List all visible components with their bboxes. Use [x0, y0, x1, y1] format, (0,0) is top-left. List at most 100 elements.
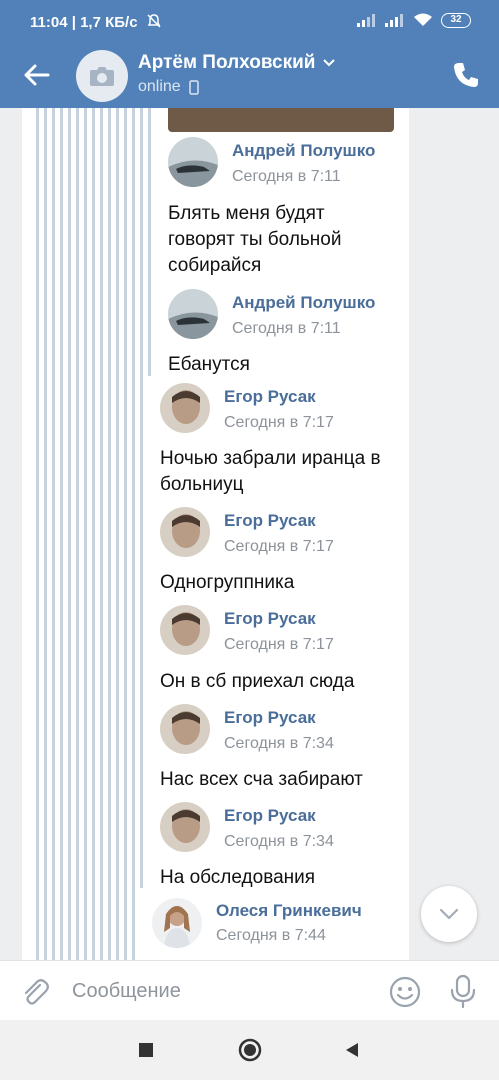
thread-line	[148, 108, 151, 376]
sender-avatar[interactable]	[160, 605, 210, 655]
camera-icon	[90, 67, 114, 86]
sender-name[interactable]: Андрей Полушко	[232, 293, 375, 313]
thread-line	[52, 108, 55, 960]
message-time: Сегодня в 7:34	[224, 735, 334, 752]
thread-line	[44, 108, 47, 960]
thread-line	[36, 108, 39, 960]
message-text: Одногруппника	[160, 572, 295, 593]
chat-status: online	[138, 78, 199, 96]
mobile-device-icon	[188, 79, 199, 95]
smile-icon	[389, 976, 421, 1008]
sender-name[interactable]: Егор Русак	[224, 806, 316, 826]
face-avatar-icon	[160, 507, 210, 557]
status-time: 11:04 | 1,7 КБ/с	[30, 13, 162, 31]
thread-line	[100, 108, 103, 960]
emoji-button[interactable]	[388, 975, 422, 1009]
message-time: Сегодня в 7:17	[224, 538, 334, 555]
thread-line	[76, 108, 79, 960]
sender-avatar[interactable]	[160, 383, 210, 433]
message-time: Сегодня в 7:17	[224, 636, 334, 653]
sender-avatar[interactable]	[160, 704, 210, 754]
signal-icon	[357, 14, 375, 27]
system-navigation-bar	[0, 1020, 499, 1080]
message-time: Сегодня в 7:44	[216, 927, 326, 944]
status-network-speed: | 1,7 КБ/с	[71, 14, 138, 31]
triangle-left-icon	[346, 1043, 358, 1057]
paperclip-icon	[24, 979, 49, 1005]
thread-line	[124, 108, 127, 960]
message-time: Сегодня в 7:17	[224, 414, 334, 431]
chat-toolbar: Артём Полховский online	[0, 44, 499, 108]
message-time: Сегодня в 7:34	[224, 833, 334, 850]
chat-background	[409, 108, 499, 960]
message-text: Нас всех сча забирают	[160, 769, 363, 790]
thread-line	[60, 108, 63, 960]
sender-name[interactable]: Олеся Гринкевич	[216, 901, 362, 921]
message-composer	[0, 960, 499, 1020]
face-avatar-icon	[160, 704, 210, 754]
message-text: Он в сб приехал сюда	[160, 671, 355, 692]
status-bar: 11:04 | 1,7 КБ/с 32	[0, 0, 499, 44]
sender-avatar[interactable]	[160, 802, 210, 852]
sender-avatar[interactable]	[160, 507, 210, 557]
top-bar: 11:04 | 1,7 КБ/с 32 Артём Полховский onl…	[0, 0, 499, 108]
car-avatar-icon	[168, 137, 218, 187]
circle-icon	[238, 1038, 262, 1062]
arrow-left-icon	[24, 64, 50, 86]
chat-avatar[interactable]	[76, 50, 128, 102]
face-avatar-icon	[160, 802, 210, 852]
signal-icon	[385, 14, 403, 27]
sender-name[interactable]: Егор Русак	[224, 708, 316, 728]
person-avatar-icon	[152, 898, 202, 948]
wifi-icon	[414, 13, 432, 26]
sender-name[interactable]: Андрей Полушко	[232, 141, 375, 161]
face-avatar-icon	[160, 383, 210, 433]
face-avatar-icon	[160, 605, 210, 655]
status-icons: 32	[357, 12, 471, 28]
message-text: Блять меня будят говорят ты больной соби…	[168, 203, 342, 276]
chat-background	[0, 108, 24, 960]
attach-button[interactable]	[18, 975, 52, 1009]
thread-line	[140, 108, 143, 888]
home-button[interactable]	[238, 1038, 262, 1062]
microphone-icon	[450, 974, 476, 1009]
back-button[interactable]	[18, 56, 56, 94]
chevron-down-icon	[322, 59, 335, 67]
sender-name[interactable]: Егор Русак	[224, 511, 316, 531]
online-status: online	[138, 78, 181, 95]
thread-line	[108, 108, 111, 960]
car-avatar-icon	[168, 289, 218, 339]
forwarded-thread-lines	[36, 108, 156, 960]
chat-title[interactable]: Артём Полховский	[138, 52, 336, 74]
status-clock: 11:04	[30, 14, 68, 31]
message-text: На обследования	[160, 867, 316, 888]
sender-name[interactable]: Егор Русак	[224, 609, 316, 629]
thread-line	[84, 108, 87, 960]
attached-photo[interactable]	[168, 108, 394, 132]
message-input[interactable]	[72, 975, 372, 1007]
call-button[interactable]	[449, 58, 483, 92]
chevron-down-icon	[439, 908, 459, 920]
scroll-down-button[interactable]	[421, 886, 477, 942]
voice-message-button[interactable]	[446, 973, 480, 1009]
mute-icon	[147, 14, 161, 28]
phone-icon	[454, 63, 478, 87]
message-text: Ебанутся	[168, 354, 250, 375]
sender-name[interactable]: Егор Русак	[224, 387, 316, 407]
message-text: Ночью забрали иранца в больниуц	[160, 448, 381, 495]
message-list[interactable]: Андрей Полушко Сегодня в 7:11 Блять меня…	[0, 108, 499, 960]
battery-icon: 32	[441, 12, 471, 28]
square-icon	[139, 1043, 153, 1057]
thread-line	[68, 108, 71, 960]
thread-line	[116, 108, 119, 960]
back-nav-button[interactable]	[340, 1038, 364, 1062]
sender-avatar[interactable]	[168, 289, 218, 339]
recents-button[interactable]	[134, 1038, 158, 1062]
thread-line	[132, 108, 135, 960]
thread-line	[92, 108, 95, 960]
sender-avatar[interactable]	[168, 137, 218, 187]
message-time: Сегодня в 7:11	[232, 168, 341, 185]
chat-title-text: Артём Полховский	[138, 52, 316, 73]
sender-avatar[interactable]	[152, 898, 202, 948]
message-time: Сегодня в 7:11	[232, 320, 341, 337]
